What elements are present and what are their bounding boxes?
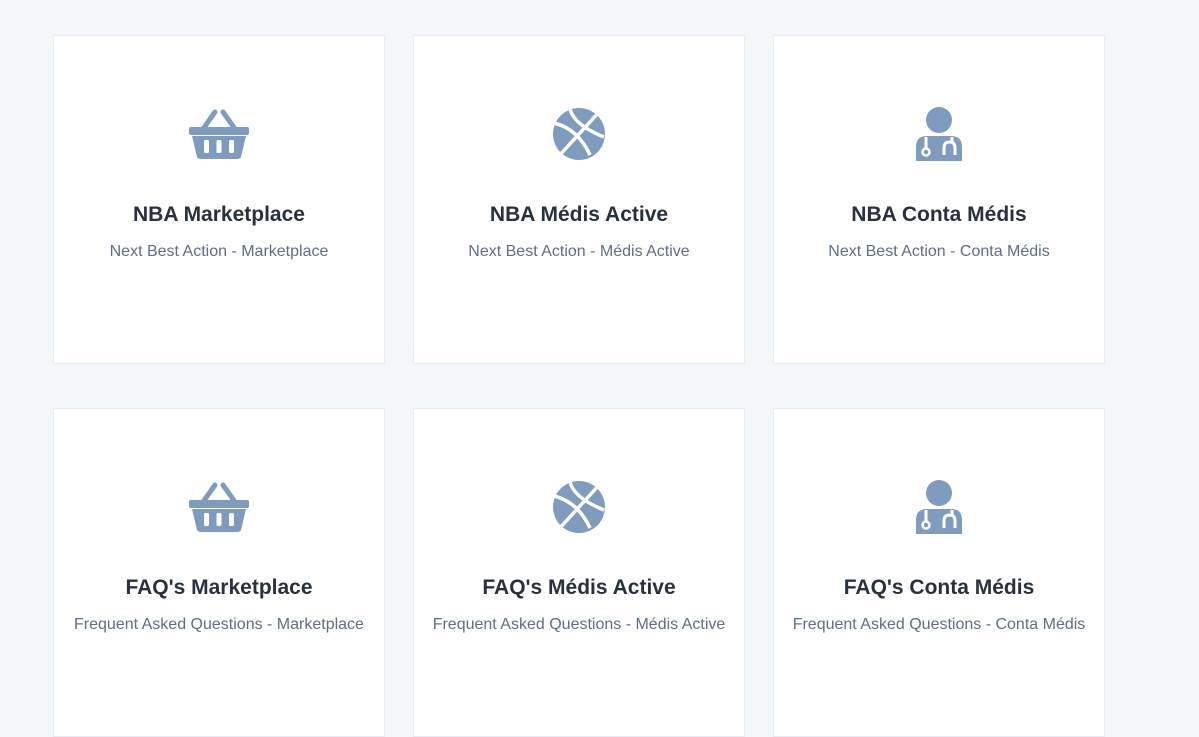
card-title: FAQ's Médis Active — [482, 576, 676, 599]
card-title: NBA Conta Médis — [851, 203, 1027, 226]
card-title: NBA Médis Active — [489, 203, 669, 226]
card-subtitle: Frequent Asked Questions - Marketplace — [74, 616, 364, 633]
basketball-icon — [547, 106, 611, 162]
card-subtitle: Frequent Asked Questions - Médis Active — [432, 616, 726, 633]
card-nba-conta-medis[interactable]: NBA Conta Médis Next Best Action - Conta… — [773, 35, 1105, 364]
basket-icon — [187, 106, 251, 162]
card-title: NBA Marketplace — [133, 203, 305, 226]
card-faq-medis-active[interactable]: FAQ's Médis Active Frequent Asked Questi… — [413, 408, 745, 737]
card-subtitle: Next Best Action - Médis Active — [468, 243, 690, 260]
card-faq-conta-medis[interactable]: FAQ's Conta Médis Frequent Asked Questio… — [773, 408, 1105, 737]
card-nba-marketplace[interactable]: NBA Marketplace Next Best Action - Marke… — [53, 35, 385, 364]
card-subtitle: Next Best Action - Marketplace — [109, 243, 329, 260]
doctor-icon — [907, 106, 971, 162]
basket-icon — [187, 479, 251, 535]
basketball-icon — [547, 479, 611, 535]
card-grid: NBA Marketplace Next Best Action - Marke… — [53, 35, 1105, 737]
doctor-icon — [907, 479, 971, 535]
card-subtitle: Frequent Asked Questions - Conta Médis — [792, 616, 1086, 633]
card-subtitle: Next Best Action - Conta Médis — [828, 243, 1050, 260]
card-title: FAQ's Marketplace — [125, 576, 313, 599]
card-nba-medis-active[interactable]: NBA Médis Active Next Best Action - Médi… — [413, 35, 745, 364]
card-faq-marketplace[interactable]: FAQ's Marketplace Frequent Asked Questio… — [53, 408, 385, 737]
card-title: FAQ's Conta Médis — [843, 576, 1035, 599]
